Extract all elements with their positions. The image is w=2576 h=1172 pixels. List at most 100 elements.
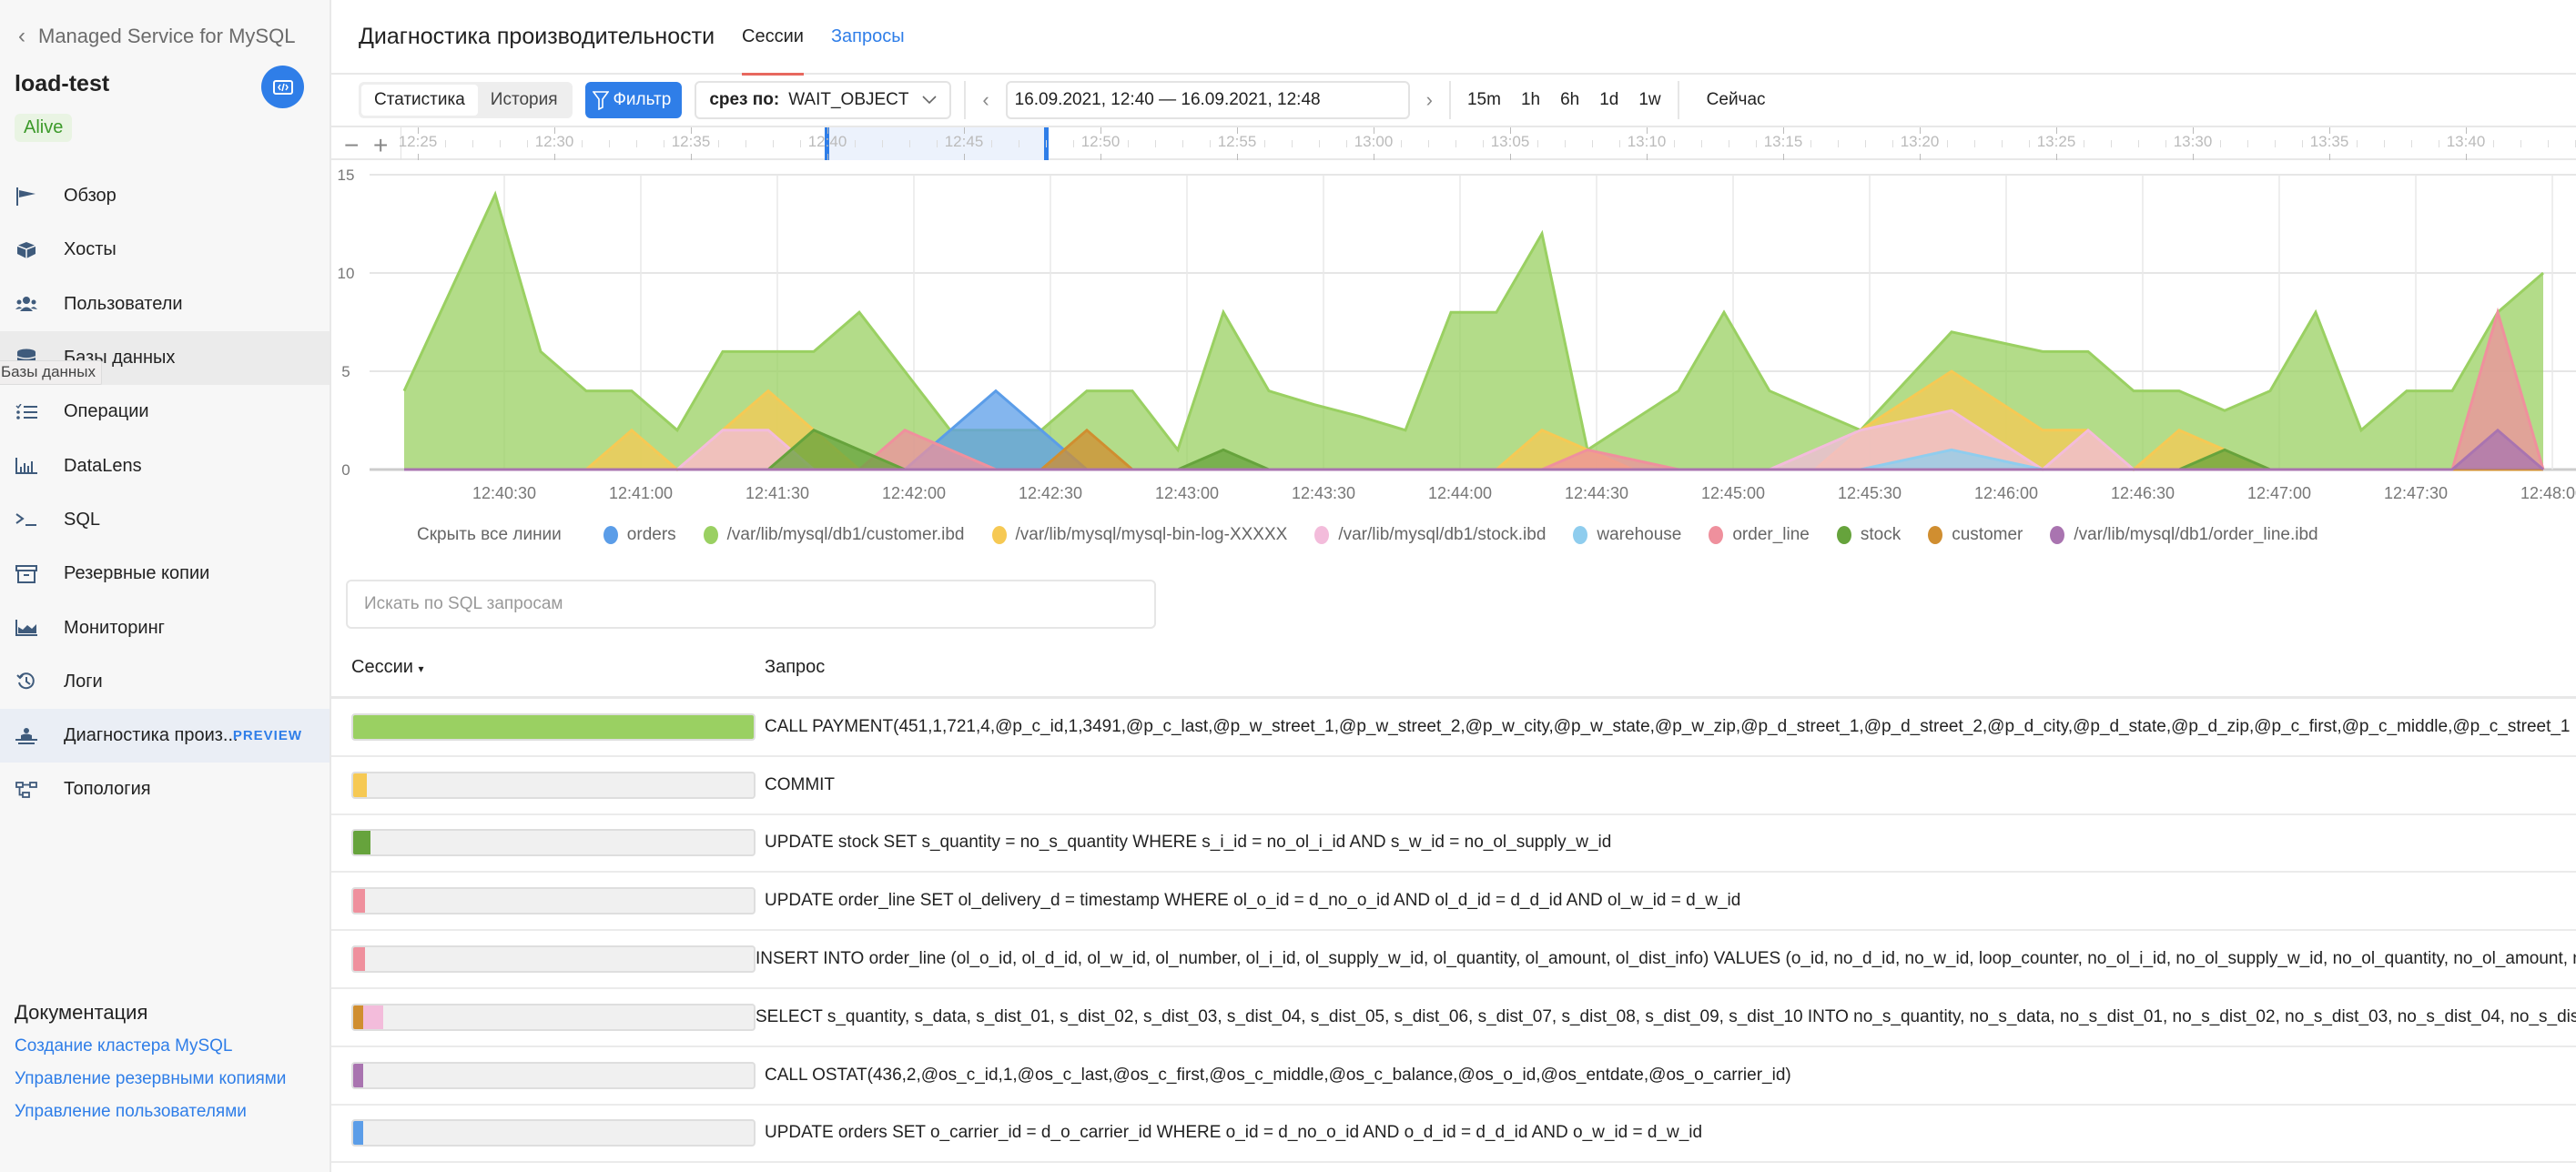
hide-all-lines-button[interactable]: Скрыть все линии	[417, 525, 562, 545]
back-link[interactable]: ‹ Managed Service for MySQL	[18, 24, 295, 49]
sessions-cell	[331, 771, 765, 799]
legend-item[interactable]: orders	[603, 525, 676, 545]
flag-icon	[15, 187, 38, 207]
table-row[interactable]: UPDATE order_line SET ol_delivery_d = ti…	[331, 873, 2576, 932]
timeline-minor-tick	[2520, 140, 2521, 147]
preset-1h[interactable]: 1h	[1517, 90, 1544, 110]
timeline-minor-tick	[1292, 140, 1293, 147]
docs-link-create-cluster[interactable]: Создание кластера MySQL	[15, 1036, 288, 1057]
sidebar-item-label: Мониторинг	[64, 617, 165, 638]
chevron-down-icon	[922, 90, 937, 110]
legend-item[interactable]: stock	[1836, 525, 1901, 545]
date-range-input[interactable]: 16.09.2021, 12:40 — 16.09.2021, 12:48	[1005, 81, 1410, 119]
preset-1w[interactable]: 1w	[1635, 90, 1664, 110]
timeline-ruler[interactable]: 12:25 12:30 12:35 12:40 12:45 12:50 12:55 13:00…	[399, 127, 2576, 160]
sidebar-item-hosts[interactable]: Хосты	[0, 223, 330, 277]
timeline-major-tick	[2466, 127, 2467, 134]
sidebar-item-diagnostics[interactable]: Диагностика произ... PREVIEW	[0, 708, 330, 763]
prev-range-button[interactable]: ‹	[979, 88, 992, 112]
legend-item[interactable]: warehouse	[1573, 525, 1681, 545]
x-tick-label: 12:47:30	[2384, 484, 2448, 502]
sidebar-item-users[interactable]: Пользователи	[0, 278, 330, 331]
filter-button[interactable]: Фильтр	[585, 82, 683, 118]
legend-label: /var/lib/mysql/mysql-bin-log-XXXXX	[1015, 525, 1288, 544]
preset-6h[interactable]: 6h	[1557, 90, 1583, 110]
legend-dot-icon	[1709, 526, 1724, 544]
table-row[interactable]: UPDATE stock SET s_quantity = no_s_quant…	[331, 815, 2576, 874]
legend-item[interactable]: order_line	[1709, 525, 1810, 545]
table-row[interactable]: COMMIT	[331, 757, 2576, 815]
now-button[interactable]: Сейчас	[1692, 90, 1780, 110]
sidebar-item-backups[interactable]: Резервные копии	[0, 547, 330, 601]
sessions-bar	[351, 1003, 756, 1031]
legend-dot-icon	[1836, 526, 1851, 544]
timeline-major-tick	[1920, 127, 1921, 134]
timeline-minor-tick	[1210, 140, 1211, 147]
timeline-label: 12:35	[671, 133, 711, 150]
timeline-minor-tick	[800, 140, 801, 147]
zoom-out-icon[interactable]: −	[344, 131, 359, 160]
table-row[interactable]: CALL OSTAT(436,2,@os_c_id,1,@os_c_last,@…	[331, 1047, 2576, 1106]
timeline[interactable]: − + 12:25 12:30 12:35 12:40 12:45 12:50 12:55 1…	[331, 127, 2576, 160]
timeline-major-tick	[1783, 127, 1784, 134]
sidebar-item-overview[interactable]: Обзор	[0, 169, 330, 223]
connect-button[interactable]	[261, 66, 304, 108]
mode-statistics[interactable]: Статистика	[361, 85, 478, 116]
timeline-major-tick	[2329, 127, 2330, 134]
timeline-major-tick	[1647, 127, 1648, 134]
chevron-left-icon: ‹	[18, 24, 25, 48]
timeline-minor-tick	[1182, 140, 1183, 147]
timeline-label: 13:35	[2309, 133, 2349, 150]
column-header-sessions[interactable]: Сессии ▾	[331, 657, 765, 678]
table-row[interactable]: CALL PAYMENT(451,1,721,4,@p_c_id,1,3491,…	[331, 699, 2576, 757]
table-row[interactable]: UPDATE orders SET o_carrier_id = d_o_car…	[331, 1106, 2576, 1164]
legend-item[interactable]: /var/lib/mysql/db1/customer.ibd	[703, 525, 965, 545]
toolbar: Статистика История Фильтр срез по: WAIT_…	[331, 75, 2576, 127]
sidebar-item-label: Резервные копии	[64, 563, 210, 584]
docs-link-backups[interactable]: Управление резервными копиями	[15, 1068, 288, 1090]
divider	[1677, 81, 1679, 119]
legend-dot-icon	[1314, 526, 1330, 544]
timeline-label: 12:30	[534, 133, 574, 150]
legend-item[interactable]: customer	[1928, 525, 2023, 545]
zoom-in-icon[interactable]: +	[373, 131, 388, 160]
sidebar-item-label: Обзор	[64, 186, 117, 207]
column-header-query[interactable]: Запрос	[765, 657, 825, 678]
tab-queries[interactable]: Запросы	[831, 0, 905, 74]
sidebar-item-logs[interactable]: Логи	[0, 655, 330, 709]
timeline-minor-tick	[1155, 140, 1156, 147]
sql-search-input[interactable]	[346, 580, 1156, 629]
mode-history[interactable]: История	[478, 85, 571, 116]
legend-item[interactable]: /var/lib/mysql/db1/order_line.ibd	[2050, 525, 2318, 545]
table-row[interactable]: INSERT INTO order_line (ol_o_id, ol_d_id…	[331, 931, 2576, 989]
sidebar-item-datalens[interactable]: DataLens	[0, 439, 330, 492]
sessions-cell	[331, 887, 765, 915]
timeline-major-tick	[2329, 154, 2330, 160]
sidebar-item-topology[interactable]: Топология	[0, 763, 330, 816]
sidebar-item-monitoring[interactable]: Мониторинг	[0, 601, 330, 654]
x-tick-label: 12:46:30	[2111, 484, 2175, 502]
x-tick-label: 12:48:00	[2520, 484, 2576, 502]
timeline-minor-tick	[1619, 140, 1620, 147]
diagnostics-icon	[15, 726, 38, 746]
timeline-minor-tick	[2165, 140, 2166, 147]
timeline-minor-tick	[1947, 140, 1948, 147]
timeline-minor-tick	[1974, 140, 1975, 147]
docs-link-users[interactable]: Управление пользователями	[15, 1101, 288, 1123]
preset-1d[interactable]: 1d	[1596, 90, 1622, 110]
sidebar-item-sql[interactable]: SQL	[0, 493, 330, 547]
sidebar-item-operations[interactable]: Операции	[0, 385, 330, 439]
preset-15m[interactable]: 15m	[1464, 90, 1505, 110]
slice-select[interactable]: срез по: WAIT_OBJECT	[695, 81, 952, 119]
history-icon	[15, 672, 38, 692]
legend-item[interactable]: /var/lib/mysql/mysql-bin-log-XXXXX	[991, 525, 1288, 545]
table-row[interactable]: SELECT s_quantity, s_data, s_dist_01, s_…	[331, 989, 2576, 1047]
column-header-label: Сессии	[351, 657, 413, 677]
tab-sessions[interactable]: Сессии	[742, 0, 804, 76]
timeline-minor-tick	[2275, 140, 2276, 147]
timeline-minor-tick	[2220, 140, 2221, 147]
next-range-button[interactable]: ›	[1423, 88, 1436, 112]
timeline-label: 13:10	[1627, 133, 1667, 150]
x-tick-label: 12:43:30	[1292, 484, 1355, 502]
legend-item[interactable]: /var/lib/mysql/db1/stock.ibd	[1314, 525, 1546, 545]
